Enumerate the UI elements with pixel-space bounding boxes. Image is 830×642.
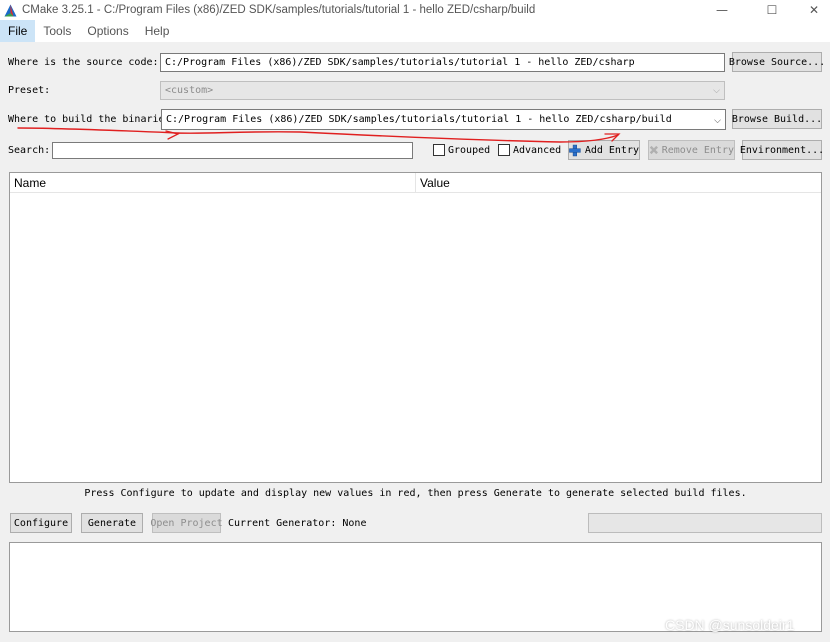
table-header: Name Value xyxy=(10,173,821,193)
binaries-path-value: C:/Program Files (x86)/ZED SDK/samples/t… xyxy=(166,114,672,125)
grouped-checkbox[interactable]: Grouped xyxy=(433,144,490,156)
close-button[interactable]: ✕ xyxy=(792,0,830,20)
source-label: Where is the source code: xyxy=(8,57,159,68)
csdn-watermark: CSDN @sunsoldeir1 xyxy=(665,617,795,633)
menu-bar: File Tools Options Help xyxy=(0,20,830,42)
open-project-button: Open Project xyxy=(150,513,223,533)
binaries-path-combo[interactable]: C:/Program Files (x86)/ZED SDK/samples/t… xyxy=(161,109,726,130)
environment-button[interactable]: Environment... xyxy=(740,140,824,160)
grouped-label: Grouped xyxy=(448,144,491,156)
chevron-down-icon: ⌵ xyxy=(713,86,720,96)
window-title: CMake 3.25.1 - C:/Program Files (x86)/ZE… xyxy=(22,4,536,16)
progress-bar xyxy=(588,513,822,533)
generate-button[interactable]: Generate xyxy=(81,513,143,533)
column-value-header[interactable]: Value xyxy=(416,173,450,192)
preset-value: <custom> xyxy=(165,85,214,96)
search-input[interactable] xyxy=(52,142,413,159)
maximize-button[interactable]: ☐ xyxy=(750,0,794,20)
add-entry-label: Add Entry xyxy=(584,144,639,156)
add-icon xyxy=(569,144,581,156)
menu-help[interactable]: Help xyxy=(137,20,178,42)
current-generator: Current Generator: None xyxy=(228,518,367,529)
browse-build-button[interactable]: Browse Build... xyxy=(732,109,822,129)
cache-table[interactable]: Name Value xyxy=(9,172,822,483)
remove-entry-label: Remove Entry xyxy=(661,144,734,156)
menu-tools[interactable]: Tools xyxy=(35,20,79,42)
binaries-label: Where to build the binaries: xyxy=(8,114,177,125)
menu-file[interactable]: File xyxy=(0,20,36,42)
configure-hint: Press Configure to update and display ne… xyxy=(84,488,747,499)
chevron-down-icon[interactable]: ⌵ xyxy=(714,112,721,129)
source-path-input[interactable]: C:/Program Files (x86)/ZED SDK/samples/t… xyxy=(160,53,725,72)
browse-source-button[interactable]: Browse Source... xyxy=(729,52,825,72)
search-label: Search: xyxy=(8,145,51,156)
remove-icon xyxy=(649,145,658,155)
cmake-logo-icon xyxy=(4,4,17,16)
column-name-header[interactable]: Name xyxy=(10,173,416,192)
preset-select: <custom> ⌵ xyxy=(160,81,725,100)
configure-button[interactable]: Configure xyxy=(10,513,72,533)
advanced-label: Advanced xyxy=(513,144,562,156)
remove-entry-button: Remove Entry xyxy=(648,140,735,160)
add-entry-button[interactable]: Add Entry xyxy=(568,140,640,160)
advanced-checkbox[interactable]: Advanced xyxy=(498,144,561,156)
checkbox-box[interactable] xyxy=(498,144,510,156)
preset-label: Preset: xyxy=(8,85,51,96)
checkbox-box[interactable] xyxy=(433,144,445,156)
menu-options[interactable]: Options xyxy=(79,20,136,42)
minimize-button[interactable]: — xyxy=(700,0,744,20)
